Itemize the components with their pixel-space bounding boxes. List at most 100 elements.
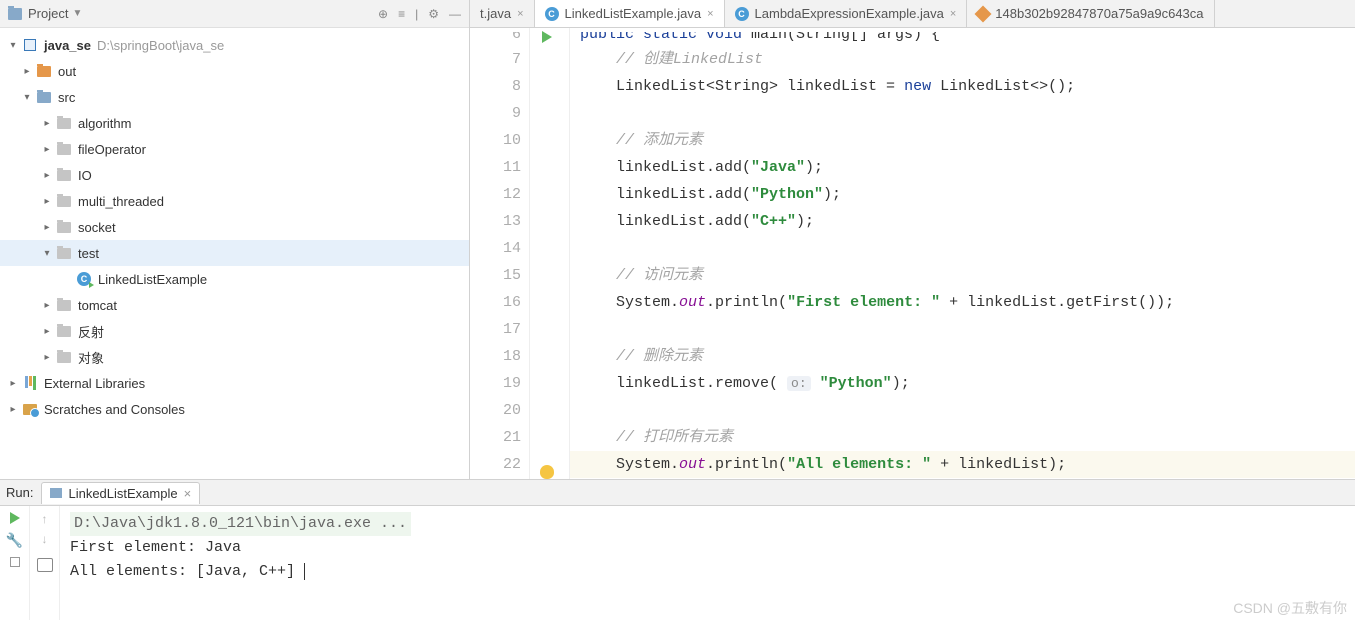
folder-icon — [37, 66, 51, 77]
rerun-icon[interactable] — [10, 512, 20, 524]
tree-node-out[interactable]: ▸ out — [0, 58, 469, 84]
tree-label: IO — [78, 168, 92, 183]
tab-lambdaexpressionexample[interactable]: C LambdaExpressionExample.java × — [725, 0, 968, 28]
console-output[interactable]: D:\Java\jdk1.8.0_121\bin\java.exe ... Fi… — [60, 506, 1355, 620]
runnable-badge-icon — [89, 282, 94, 288]
select-opened-icon[interactable]: ⊕ — [378, 7, 388, 21]
down-arrow-icon[interactable]: ↓ — [42, 532, 48, 546]
tree-label: External Libraries — [44, 376, 145, 391]
folder-icon — [57, 144, 71, 155]
run-label: Run: — [6, 485, 33, 500]
layout-icon[interactable] — [10, 557, 20, 567]
project-tree[interactable]: ▾ java_se D:\springBoot\java_se ▸ out ▾ … — [0, 28, 469, 479]
tree-node-algorithm[interactable]: ▸ algorithm — [0, 110, 469, 136]
tree-node-tomcat[interactable]: ▸ tomcat — [0, 292, 469, 318]
editor-panel: t.java × C LinkedListExample.java × C La… — [470, 0, 1355, 479]
tree-node-test[interactable]: ▾ test — [0, 240, 469, 266]
wrench-icon[interactable]: 🔧 — [6, 532, 23, 549]
tree-path: D:\springBoot\java_se — [97, 38, 224, 53]
close-icon[interactable]: × — [517, 8, 523, 20]
chevron-right-icon[interactable]: ▸ — [40, 300, 54, 311]
cube-icon — [975, 5, 992, 22]
tree-label: 对象 — [78, 348, 104, 367]
chevron-down-icon[interactable]: ▾ — [40, 248, 54, 259]
folder-icon — [57, 170, 71, 181]
tree-node-linkedlistexample[interactable]: C LinkedListExample — [0, 266, 469, 292]
code-editor[interactable]: 678910111213141516171819202122 public st… — [470, 28, 1355, 479]
close-icon[interactable]: × — [707, 8, 713, 20]
chevron-right-icon[interactable]: ▸ — [40, 222, 54, 233]
close-icon[interactable]: × — [184, 486, 192, 501]
tree-label: test — [78, 246, 99, 261]
tab-tjava[interactable]: t.java × — [470, 0, 535, 28]
run-gutter-icon[interactable] — [542, 31, 552, 43]
tree-external-libraries[interactable]: ▸ External Libraries — [0, 370, 469, 396]
soft-wrap-icon[interactable] — [37, 558, 53, 572]
intention-bulb-icon[interactable] — [540, 465, 554, 479]
run-tab-label: LinkedListExample — [68, 486, 177, 501]
run-header: Run: LinkedListExample × — [0, 480, 1355, 506]
up-arrow-icon[interactable]: ↑ — [42, 512, 48, 526]
project-panel: Project ▼ ⊕ ≡ | ⚙ — ▾ java_se D:\springB… — [0, 0, 470, 479]
dropdown-arrow-icon[interactable]: ▼ — [72, 8, 82, 19]
chevron-down-icon[interactable]: ▾ — [6, 40, 20, 51]
tree-node-socket[interactable]: ▸ socket — [0, 214, 469, 240]
tree-label: socket — [78, 220, 116, 235]
run-panel: Run: LinkedListExample × 🔧 ↑ ↓ D:\Java\j… — [0, 480, 1355, 620]
run-tab[interactable]: LinkedListExample × — [41, 482, 200, 504]
folder-icon — [57, 352, 71, 363]
chevron-right-icon[interactable]: ▸ — [20, 66, 34, 77]
tab-hash[interactable]: 148b302b92847870a75a9a9c643ca — [967, 0, 1214, 28]
folder-icon — [37, 92, 51, 103]
collapse-tree-icon[interactable]: ≡ — [398, 7, 405, 21]
tree-node-object[interactable]: ▸ 对象 — [0, 344, 469, 370]
chevron-right-icon[interactable]: ▸ — [40, 144, 54, 155]
tree-node-reflect[interactable]: ▸ 反射 — [0, 318, 469, 344]
chevron-right-icon[interactable]: ▸ — [40, 118, 54, 129]
tree-label: src — [58, 90, 75, 105]
chevron-down-icon[interactable]: ▾ — [20, 92, 34, 103]
tree-node-src[interactable]: ▾ src — [0, 84, 469, 110]
close-icon[interactable]: × — [950, 8, 956, 20]
module-icon — [24, 39, 36, 51]
class-icon: C — [545, 7, 559, 21]
tree-label: fileOperator — [78, 142, 146, 157]
gear-icon[interactable]: ⚙ — [428, 7, 439, 21]
tab-label: LambdaExpressionExample.java — [755, 6, 944, 21]
console-line: First element: Java — [70, 536, 1345, 560]
tree-label: multi_threaded — [78, 194, 164, 209]
chevron-right-icon[interactable]: ▸ — [40, 196, 54, 207]
tab-label: t.java — [480, 6, 511, 21]
console-line: All elements: [Java, C++] — [70, 563, 295, 580]
tree-label: 反射 — [78, 322, 104, 341]
run-nav: ↑ ↓ — [30, 506, 60, 620]
folder-icon — [57, 300, 71, 311]
libraries-icon — [25, 376, 36, 390]
tree-node-io[interactable]: ▸ IO — [0, 162, 469, 188]
chevron-right-icon[interactable]: ▸ — [6, 404, 20, 415]
chevron-right-icon[interactable]: ▸ — [6, 378, 20, 389]
tab-linkedlistexample[interactable]: C LinkedListExample.java × — [535, 0, 725, 28]
cursor — [295, 563, 305, 580]
tab-label: LinkedListExample.java — [565, 6, 702, 21]
folder-icon — [57, 222, 71, 233]
tree-label: tomcat — [78, 298, 117, 313]
project-icon — [8, 8, 22, 20]
tree-label: algorithm — [78, 116, 131, 131]
code-content[interactable]: public static void main(String[] args) {… — [570, 28, 1355, 479]
project-panel-title[interactable]: Project — [28, 6, 68, 21]
console-command: D:\Java\jdk1.8.0_121\bin\java.exe ... — [70, 512, 411, 536]
tree-label: out — [58, 64, 76, 79]
tree-root[interactable]: ▾ java_se D:\springBoot\java_se — [0, 32, 469, 58]
chevron-right-icon[interactable]: ▸ — [40, 326, 54, 337]
tree-scratches[interactable]: ▸ Scratches and Consoles — [0, 396, 469, 422]
tree-node-multithreaded[interactable]: ▸ multi_threaded — [0, 188, 469, 214]
chevron-right-icon[interactable]: ▸ — [40, 352, 54, 363]
chevron-right-icon[interactable]: ▸ — [40, 170, 54, 181]
tree-node-fileoperator[interactable]: ▸ fileOperator — [0, 136, 469, 162]
tree-label: Scratches and Consoles — [44, 402, 185, 417]
editor-tabs: t.java × C LinkedListExample.java × C La… — [470, 0, 1355, 28]
hide-panel-icon[interactable]: — — [449, 7, 461, 21]
line-gutter: 678910111213141516171819202122 — [470, 28, 530, 479]
class-icon: C — [735, 7, 749, 21]
